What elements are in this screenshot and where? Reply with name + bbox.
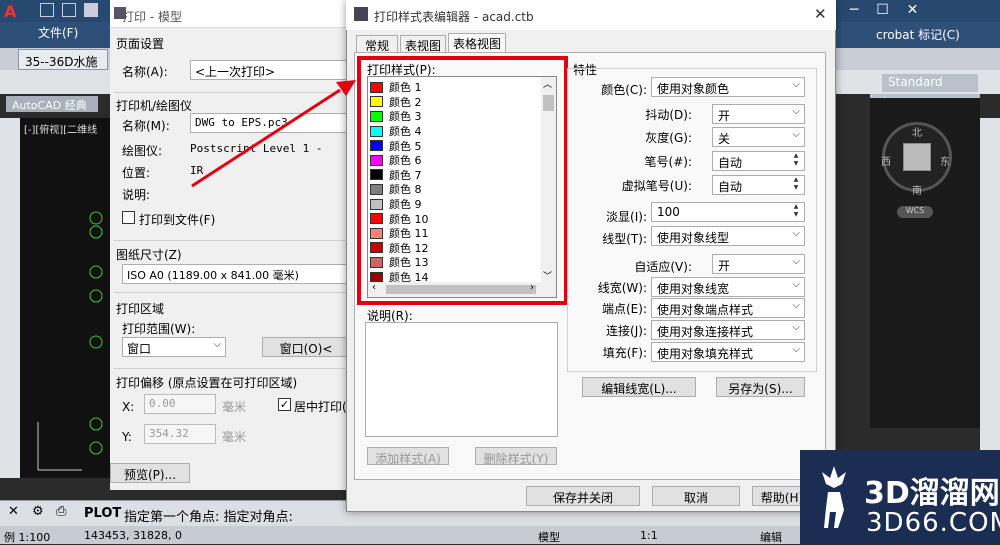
watermark-logo: 3D溜溜网 3D66.COM: [800, 450, 1000, 544]
logo-url: 3D66.COM: [866, 508, 1000, 538]
logo-brand: 3D溜溜网: [864, 476, 1000, 511]
deer-logo-icon: [822, 466, 846, 528]
